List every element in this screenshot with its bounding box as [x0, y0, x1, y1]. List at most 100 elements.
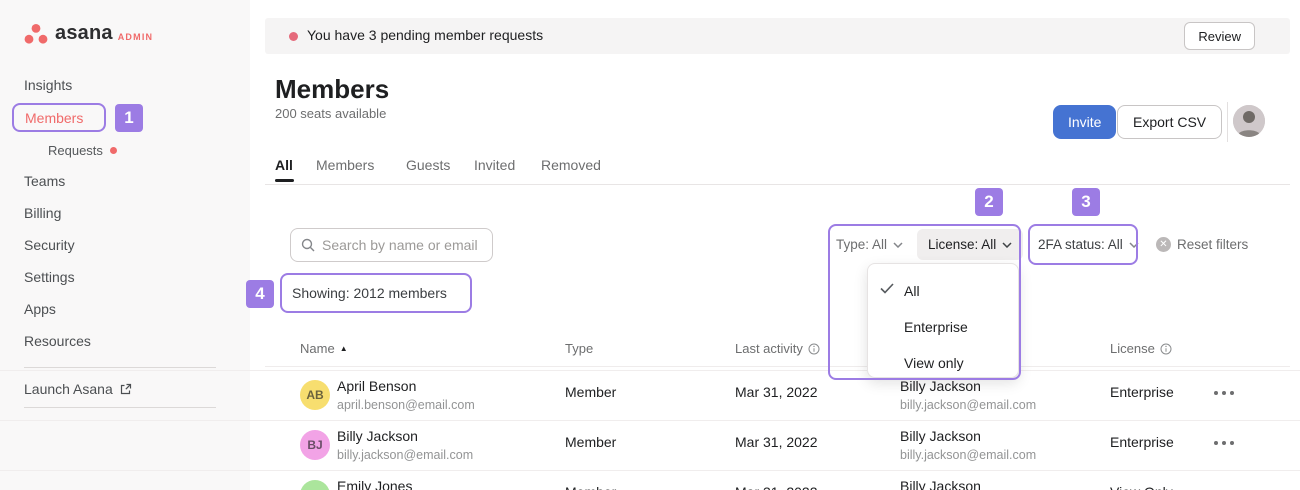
- invite-button[interactable]: Invite: [1053, 105, 1116, 139]
- column-header-last-activity: Last activity: [735, 341, 820, 356]
- sidebar-item-resources[interactable]: Resources: [24, 333, 91, 349]
- license-filter-dropdown[interactable]: License: All: [917, 229, 1023, 260]
- sidebar-item-requests[interactable]: Requests: [48, 143, 117, 158]
- showing-count: Showing: 2012 members: [280, 273, 472, 313]
- sidebar-item-insights[interactable]: Insights: [24, 77, 72, 93]
- info-icon[interactable]: [808, 343, 820, 355]
- row-options-button[interactable]: [1214, 391, 1234, 395]
- table-header-divider: [265, 366, 1290, 367]
- tab-removed[interactable]: Removed: [541, 157, 601, 173]
- banner-alert-dot: [289, 32, 298, 41]
- member-type: Member: [565, 384, 616, 400]
- annotation-badge-1: 1: [115, 104, 143, 132]
- banner-message: You have 3 pending member requests: [307, 27, 543, 43]
- user-avatar[interactable]: [1233, 105, 1265, 137]
- asana-dots-icon: [24, 23, 48, 45]
- member-avatar: AB: [300, 380, 330, 410]
- column-header-last-activity-label: Last activity: [735, 341, 803, 356]
- sidebar-item-teams[interactable]: Teams: [24, 173, 65, 189]
- table-row[interactable]: EJ Emily Jones Member Mar 31, 2022 Billy…: [0, 470, 1300, 490]
- column-header-name[interactable]: Name ▲: [300, 341, 348, 356]
- active-tab-underline: [275, 179, 294, 182]
- invited-by-name: Billy Jackson: [900, 428, 981, 444]
- license-dropdown-menu: All Enterprise View only: [867, 263, 1019, 378]
- table-row[interactable]: BJ Billy Jackson billy.jackson@email.com…: [0, 420, 1300, 470]
- table-row[interactable]: AB April Benson april.benson@email.com M…: [0, 370, 1300, 420]
- column-header-name-label: Name: [300, 341, 335, 356]
- sidebar-item-security[interactable]: Security: [24, 237, 75, 253]
- asana-logo[interactable]: asana ADMIN: [24, 22, 153, 45]
- tab-invited[interactable]: Invited: [474, 157, 515, 173]
- member-name: April Benson: [337, 378, 416, 394]
- member-avatar: BJ: [300, 430, 330, 460]
- member-type: Member: [565, 434, 616, 450]
- review-button[interactable]: Review: [1184, 22, 1255, 50]
- license-option-enterprise[interactable]: Enterprise: [868, 309, 1018, 345]
- annotation-badge-2: 2: [975, 188, 1003, 216]
- invited-by-email: billy.jackson@email.com: [900, 398, 1036, 412]
- member-license: Enterprise: [1110, 434, 1174, 450]
- tabs-divider: [265, 184, 1290, 185]
- export-csv-button[interactable]: Export CSV: [1117, 105, 1222, 139]
- license-option-label: View only: [904, 355, 964, 371]
- sidebar-item-members-label: Members: [25, 110, 83, 126]
- member-last-activity: Mar 31, 2022: [735, 484, 818, 490]
- chevron-down-icon: [1129, 242, 1139, 248]
- column-header-type: Type: [565, 341, 593, 356]
- search-box: [290, 228, 493, 262]
- member-last-activity: Mar 31, 2022: [735, 384, 818, 400]
- sort-ascending-icon: ▲: [340, 344, 348, 353]
- invited-by-email: billy.jackson@email.com: [900, 448, 1036, 462]
- search-input[interactable]: [322, 237, 482, 253]
- column-header-license: License: [1110, 341, 1172, 356]
- info-icon[interactable]: [1160, 343, 1172, 355]
- sidebar-item-members[interactable]: Members: [12, 103, 106, 132]
- sidebar-item-requests-label: Requests: [48, 143, 103, 158]
- license-option-all[interactable]: All: [868, 273, 1018, 309]
- tab-all[interactable]: All: [275, 157, 293, 173]
- chevron-down-icon: [1002, 242, 1012, 248]
- license-option-view-only[interactable]: View only: [868, 345, 1018, 381]
- sidebar-item-billing[interactable]: Billing: [24, 205, 61, 221]
- license-option-label: All: [904, 283, 920, 299]
- row-options-button[interactable]: [1214, 441, 1234, 445]
- sidebar-divider: [24, 367, 216, 368]
- page-title: Members: [275, 74, 389, 105]
- twofa-filter-label: 2FA status: All: [1038, 237, 1123, 252]
- asana-admin-screen: asana ADMIN Insights Members Requests Te…: [0, 0, 1300, 490]
- member-license: View Only: [1110, 484, 1173, 490]
- showing-count-label: Showing: 2012 members: [292, 285, 447, 301]
- sidebar-item-apps[interactable]: Apps: [24, 301, 56, 317]
- type-filter-dropdown[interactable]: Type: All: [836, 237, 903, 252]
- brand-name: asana: [55, 22, 113, 45]
- annotation-badge-3: 3: [1072, 188, 1100, 216]
- pending-requests-banner: You have 3 pending member requests Revie…: [265, 18, 1290, 54]
- twofa-filter-dropdown[interactable]: 2FA status: All: [1038, 237, 1139, 252]
- tab-guests[interactable]: Guests: [406, 157, 450, 173]
- column-header-license-label: License: [1110, 341, 1155, 356]
- header-divider: [1227, 102, 1228, 142]
- type-filter-label: Type: All: [836, 237, 887, 252]
- invited-by-name: Billy Jackson: [900, 478, 981, 490]
- reset-filters-button[interactable]: ✕ Reset filters: [1156, 237, 1248, 252]
- annotation-badge-4: 4: [246, 280, 274, 308]
- brand-suffix: ADMIN: [118, 32, 154, 42]
- member-email: april.benson@email.com: [337, 398, 475, 412]
- license-option-label: Enterprise: [904, 319, 968, 335]
- requests-notification-dot: [110, 147, 117, 154]
- user-avatar-image: [1233, 105, 1265, 137]
- member-avatar: EJ: [300, 480, 330, 490]
- reset-filters-label: Reset filters: [1177, 237, 1248, 252]
- search-icon: [301, 238, 315, 252]
- member-last-activity: Mar 31, 2022: [735, 434, 818, 450]
- checkmark-icon: [880, 283, 894, 294]
- member-email: billy.jackson@email.com: [337, 448, 473, 462]
- clear-filters-icon: ✕: [1156, 237, 1171, 252]
- license-filter-label: License: All: [928, 237, 996, 252]
- tab-members[interactable]: Members: [316, 157, 374, 173]
- seats-available-text: 200 seats available: [275, 106, 386, 121]
- member-license: Enterprise: [1110, 384, 1174, 400]
- member-name: Billy Jackson: [337, 428, 418, 444]
- sidebar-item-settings[interactable]: Settings: [24, 269, 75, 285]
- member-name: Emily Jones: [337, 478, 412, 490]
